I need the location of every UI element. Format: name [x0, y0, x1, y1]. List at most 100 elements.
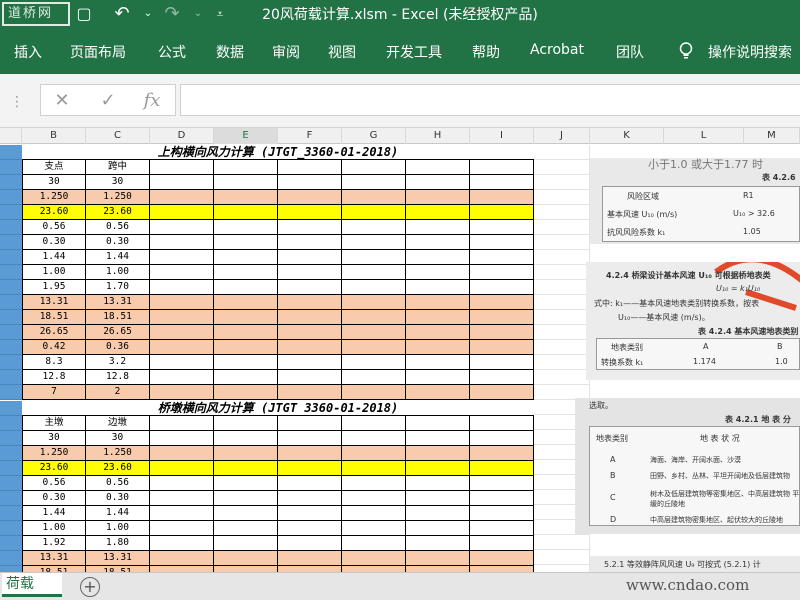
grid-cell[interactable] — [150, 265, 214, 280]
empty-cell[interactable] — [534, 550, 590, 565]
row-header[interactable] — [0, 506, 22, 521]
empty-cell[interactable] — [534, 325, 590, 340]
pasted-image-risk-table[interactable]: 小于1.0 或大于1.77 时 表 4.2.6 风险区域 R1 基本风速 U₁₀… — [590, 158, 800, 244]
grid-cell[interactable] — [214, 416, 278, 431]
grid-cell[interactable] — [214, 265, 278, 280]
cancel-icon[interactable]: ✕ — [49, 89, 75, 113]
cell-b[interactable]: 13.31 — [22, 295, 86, 310]
grid-cell[interactable] — [342, 506, 406, 521]
cell-c[interactable]: 0.56 — [86, 220, 150, 235]
grid-cell[interactable] — [406, 491, 470, 506]
tab-developer[interactable]: 开发工具 — [386, 42, 442, 62]
cell-b[interactable]: 8.3 — [22, 355, 86, 370]
row-header[interactable] — [0, 355, 22, 370]
grid-cell[interactable] — [214, 370, 278, 385]
grid-cell[interactable] — [406, 551, 470, 566]
grid-cell[interactable] — [278, 370, 342, 385]
grid-cell[interactable] — [214, 521, 278, 536]
grid-cell[interactable] — [278, 250, 342, 265]
column-header-j[interactable]: J — [534, 128, 590, 144]
cell-b[interactable]: 23.60 — [22, 205, 86, 220]
grid-cell[interactable] — [406, 175, 470, 190]
grid-cell[interactable] — [470, 521, 534, 536]
row-header[interactable] — [0, 461, 22, 476]
grid-cell[interactable] — [342, 446, 406, 461]
cell-c[interactable]: 0.30 — [86, 235, 150, 250]
cell-b[interactable]: 0.56 — [22, 220, 86, 235]
grid-cell[interactable] — [470, 551, 534, 566]
row-header[interactable] — [0, 325, 22, 340]
empty-cell[interactable] — [534, 145, 590, 160]
cell-b[interactable]: 1.44 — [22, 506, 86, 521]
grid-cell[interactable] — [342, 551, 406, 566]
grid-cell[interactable] — [150, 325, 214, 340]
grid-cell[interactable] — [214, 190, 278, 205]
row-header[interactable] — [0, 160, 22, 175]
grid-cell[interactable] — [150, 521, 214, 536]
cell-c[interactable]: 26.65 — [86, 325, 150, 340]
grid-cell[interactable] — [406, 190, 470, 205]
grid-cell[interactable] — [406, 461, 470, 476]
cell-c[interactable]: 1.00 — [86, 521, 150, 536]
grid-cell[interactable] — [342, 461, 406, 476]
row-header[interactable] — [0, 190, 22, 205]
grid-cell[interactable] — [278, 461, 342, 476]
cell-c[interactable]: 18.51 — [86, 310, 150, 325]
grid-cell[interactable] — [150, 370, 214, 385]
pasted-image-terrain-table[interactable]: 选取。 表 4.2.1 地 表 分 地表类别 地 表 状 况 A 海面、海岸、开… — [575, 398, 800, 534]
row-header[interactable] — [0, 476, 22, 491]
row-header[interactable] — [0, 431, 22, 446]
cell-b[interactable]: 13.31 — [22, 551, 86, 566]
row-header[interactable] — [0, 265, 22, 280]
grid-cell[interactable] — [406, 160, 470, 175]
grid-cell[interactable] — [278, 355, 342, 370]
grid-cell[interactable] — [406, 340, 470, 355]
tab-page-layout[interactable]: 页面布局 — [70, 42, 126, 62]
grid-cell[interactable] — [470, 325, 534, 340]
grid-cell[interactable] — [214, 160, 278, 175]
column-header-l[interactable]: L — [664, 128, 744, 144]
grid-cell[interactable] — [470, 265, 534, 280]
grid-cell[interactable] — [214, 235, 278, 250]
grid-cell[interactable] — [150, 205, 214, 220]
grid-cell[interactable] — [214, 280, 278, 295]
row-header[interactable] — [0, 370, 22, 385]
grid-cell[interactable] — [278, 325, 342, 340]
formula-input[interactable] — [180, 84, 800, 116]
grid-cell[interactable] — [406, 370, 470, 385]
pasted-image-wind-speed[interactable]: 4.2.4 桥梁设计基本风速 U₁₀ 可根据桥地表类 U₁₀ = k₁U₁₀ 式… — [586, 262, 800, 380]
row-header[interactable] — [0, 295, 22, 310]
grid-cell[interactable] — [406, 325, 470, 340]
grid-cell[interactable] — [342, 220, 406, 235]
column-header-m[interactable]: M — [744, 128, 800, 144]
empty-cell[interactable] — [534, 340, 590, 355]
cell-b[interactable]: 0.56 — [22, 476, 86, 491]
row-header[interactable] — [0, 385, 22, 400]
grid-cell[interactable] — [278, 310, 342, 325]
cell-b[interactable]: 30 — [22, 431, 86, 446]
grid-cell[interactable] — [278, 491, 342, 506]
grid-cell[interactable] — [278, 536, 342, 551]
grid-cell[interactable] — [470, 446, 534, 461]
grid-cell[interactable] — [406, 265, 470, 280]
grid-cell[interactable] — [214, 205, 278, 220]
grid-cell[interactable] — [150, 476, 214, 491]
grid-cell[interactable] — [278, 205, 342, 220]
grid-cell[interactable] — [214, 250, 278, 265]
tab-help[interactable]: 帮助 — [472, 42, 500, 62]
grid-cell[interactable] — [278, 295, 342, 310]
grid-cell[interactable] — [406, 205, 470, 220]
grid-cell[interactable] — [470, 280, 534, 295]
insert-function-icon[interactable]: fx — [139, 89, 165, 113]
grid-cell[interactable] — [278, 235, 342, 250]
grid-cell[interactable] — [342, 370, 406, 385]
grid-cell[interactable] — [406, 446, 470, 461]
tab-team[interactable]: 团队 — [616, 42, 644, 62]
grid-cell[interactable] — [278, 280, 342, 295]
cell-c[interactable]: 1.70 — [86, 280, 150, 295]
column-header-i[interactable]: I — [470, 128, 534, 144]
cell-c[interactable]: 0.56 — [86, 476, 150, 491]
tab-review[interactable]: 审阅 — [272, 42, 300, 62]
grid-cell[interactable] — [406, 355, 470, 370]
grid-cell[interactable] — [470, 431, 534, 446]
